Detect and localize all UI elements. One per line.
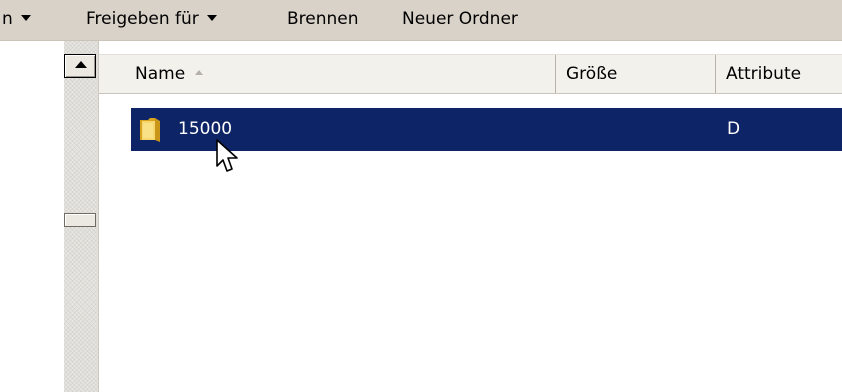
- share-with-button[interactable]: Freigeben für: [86, 8, 217, 30]
- burn-button[interactable]: Brennen: [287, 8, 359, 30]
- share-with-label: Freigeben für: [86, 9, 199, 29]
- command-toolbar: n Freigeben für Brennen Neuer Ordner: [0, 0, 842, 41]
- column-header-name[interactable]: Name: [99, 55, 556, 93]
- navigation-pane: [0, 41, 64, 392]
- scroll-thumb[interactable]: [64, 213, 96, 227]
- column-header: Name Größe Attribute: [99, 54, 842, 94]
- previous-menu-button[interactable]: n: [2, 8, 31, 30]
- column-name-label: Name: [135, 64, 186, 84]
- sort-ascending-icon: [195, 69, 204, 75]
- column-size-label: Größe: [566, 64, 618, 84]
- navigation-scrollbar[interactable]: [64, 41, 99, 392]
- column-header-attributes[interactable]: Attribute: [716, 55, 842, 93]
- chevron-down-icon: [20, 15, 31, 21]
- file-attributes: D: [727, 119, 741, 139]
- folder-icon: [140, 118, 160, 142]
- previous-menu-label: n: [2, 9, 13, 29]
- chevron-down-icon: [206, 15, 217, 21]
- new-folder-button[interactable]: Neuer Ordner: [402, 8, 518, 30]
- column-attributes-label: Attribute: [726, 64, 802, 84]
- up-arrow-icon: [75, 61, 87, 68]
- mouse-pointer-icon: [216, 139, 238, 172]
- scroll-up-button[interactable]: [64, 54, 96, 78]
- column-header-size[interactable]: Größe: [556, 55, 716, 93]
